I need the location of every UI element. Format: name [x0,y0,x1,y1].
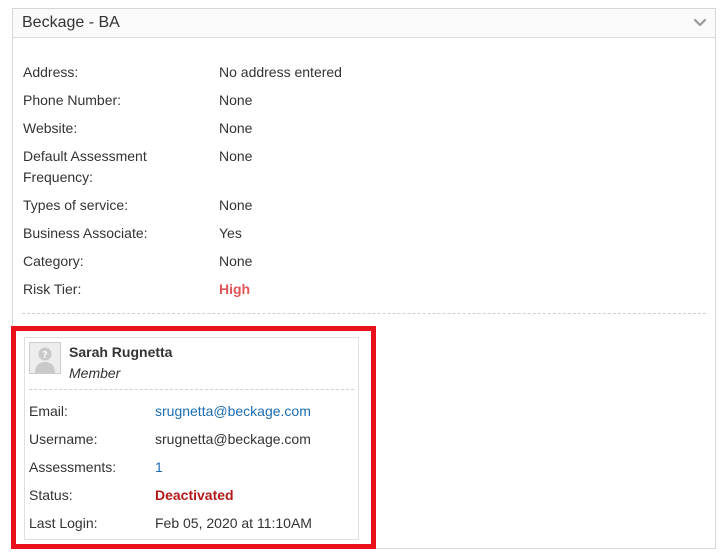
detail-label: Default Assessment Frequency: [23,148,147,185]
detail-value: None [219,92,253,108]
detail-label: Types of service: [23,197,129,213]
detail-label: Category: [23,253,84,269]
chevron-down-icon[interactable] [693,18,707,28]
detail-value: Yes [219,225,242,241]
detail-label: Business Associate: [23,225,148,241]
highlight-annotation-box [11,326,376,549]
risk-tier-value: High [219,281,251,297]
detail-label: Phone Number: [23,92,122,108]
detail-value: No address entered [219,64,342,80]
detail-value: None [219,120,253,136]
detail-value: None [219,148,253,164]
detail-label: Address: [23,64,79,80]
detail-value: None [219,253,253,269]
detail-label: Website: [23,120,78,136]
detail-value: None [219,197,253,213]
section-divider [22,313,706,314]
panel-title: Beckage - BA [22,14,120,31]
detail-label: Risk Tier: [23,281,82,297]
panel-header[interactable]: Beckage - BA [13,9,715,38]
